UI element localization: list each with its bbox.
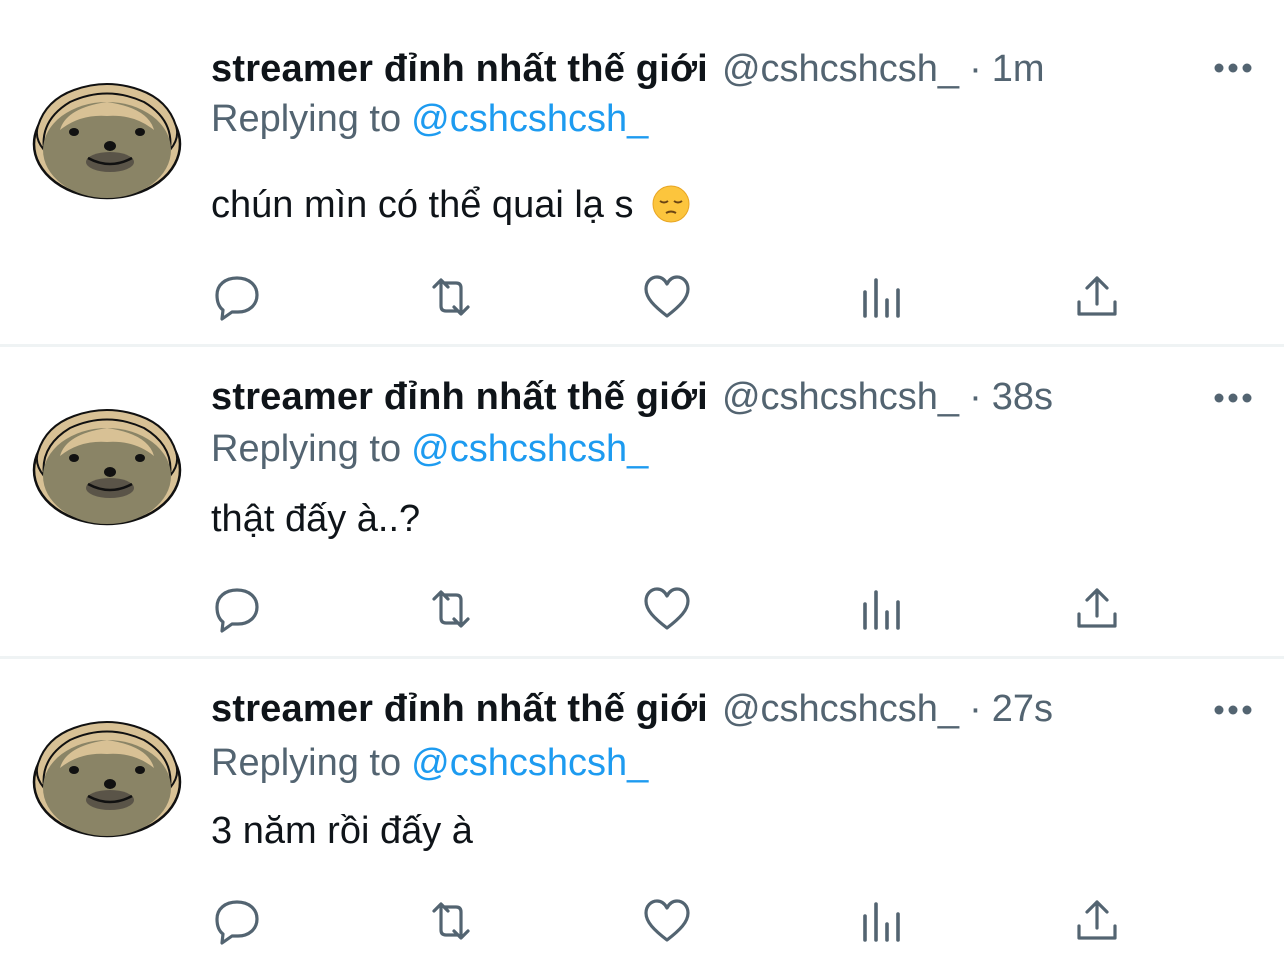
avatar[interactable]	[30, 80, 184, 200]
replying-to: Replying to @cshcshcsh_	[211, 742, 648, 785]
replying-label: Replying to	[211, 98, 402, 140]
retweet-icon[interactable]	[424, 584, 478, 634]
tweet-feed: streamer đỉnh nhất thế giới @cshcshcsh_ …	[0, 0, 1284, 965]
analytics-icon[interactable]	[856, 584, 910, 634]
more-options-icon[interactable]	[1212, 58, 1254, 78]
tweet-text: chún mìn có thể quai lạ s	[211, 184, 690, 227]
analytics-icon[interactable]	[856, 272, 910, 322]
tweet-actions	[0, 584, 1284, 634]
more-options-icon[interactable]	[1212, 388, 1254, 408]
tweet-actions	[0, 896, 1284, 946]
replying-label: Replying to	[211, 742, 402, 784]
share-icon[interactable]	[1070, 896, 1124, 946]
timestamp[interactable]: 38s	[992, 376, 1053, 419]
tweet-header: streamer đỉnh nhất thế giới @cshcshcsh_ …	[211, 44, 1264, 94]
avatar[interactable]	[30, 406, 184, 526]
divider	[0, 656, 1284, 659]
replying-label: Replying to	[211, 428, 402, 470]
reply-icon[interactable]	[210, 272, 264, 322]
divider	[0, 344, 1284, 347]
tweet[interactable]: streamer đỉnh nhất thế giới @cshcshcsh_ …	[0, 348, 1284, 656]
more-options-icon[interactable]	[1212, 700, 1254, 720]
display-name[interactable]: streamer đỉnh nhất thế giới	[211, 688, 708, 731]
tweet-text-content: chún mìn có thể quai lạ s	[211, 184, 634, 226]
tweet-text: thật đấy à..?	[211, 498, 420, 541]
replying-to: Replying to @cshcshcsh_	[211, 428, 648, 471]
analytics-icon[interactable]	[856, 896, 910, 946]
display-name[interactable]: streamer đỉnh nhất thế giới	[211, 376, 708, 419]
tweet[interactable]: streamer đỉnh nhất thế giới @cshcshcsh_ …	[0, 660, 1284, 965]
retweet-icon[interactable]	[424, 896, 478, 946]
user-handle[interactable]: @cshcshcsh_	[722, 376, 959, 419]
share-icon[interactable]	[1070, 584, 1124, 634]
pensive-face-emoji	[652, 185, 690, 223]
like-icon[interactable]	[640, 584, 694, 634]
reply-icon[interactable]	[210, 584, 264, 634]
separator-dot: ·	[969, 687, 982, 730]
mention-link[interactable]: @cshcshcsh_	[411, 98, 648, 140]
tweet-text: 3 năm rồi đấy à	[211, 810, 473, 853]
tweet-header: streamer đỉnh nhất thế giới @cshcshcsh_ …	[211, 684, 1264, 734]
separator-dot: ·	[969, 47, 982, 90]
display-name[interactable]: streamer đỉnh nhất thế giới	[211, 48, 708, 91]
share-icon[interactable]	[1070, 272, 1124, 322]
like-icon[interactable]	[640, 272, 694, 322]
tweet-text-content: 3 năm rồi đấy à	[211, 810, 473, 852]
timestamp[interactable]: 27s	[992, 688, 1053, 731]
user-handle[interactable]: @cshcshcsh_	[722, 688, 959, 731]
tweet-header: streamer đỉnh nhất thế giới @cshcshcsh_ …	[211, 372, 1264, 422]
mention-link[interactable]: @cshcshcsh_	[411, 428, 648, 470]
tweet-actions	[0, 272, 1284, 322]
timestamp[interactable]: 1m	[992, 48, 1045, 91]
retweet-icon[interactable]	[424, 272, 478, 322]
reply-icon[interactable]	[210, 896, 264, 946]
tweet[interactable]: streamer đỉnh nhất thế giới @cshcshcsh_ …	[0, 0, 1284, 344]
mention-link[interactable]: @cshcshcsh_	[411, 742, 648, 784]
tweet-text-content: thật đấy à..?	[211, 498, 421, 540]
avatar[interactable]	[30, 718, 184, 838]
replying-to: Replying to @cshcshcsh_	[211, 98, 648, 141]
user-handle[interactable]: @cshcshcsh_	[722, 48, 959, 91]
like-icon[interactable]	[640, 896, 694, 946]
separator-dot: ·	[969, 375, 982, 418]
